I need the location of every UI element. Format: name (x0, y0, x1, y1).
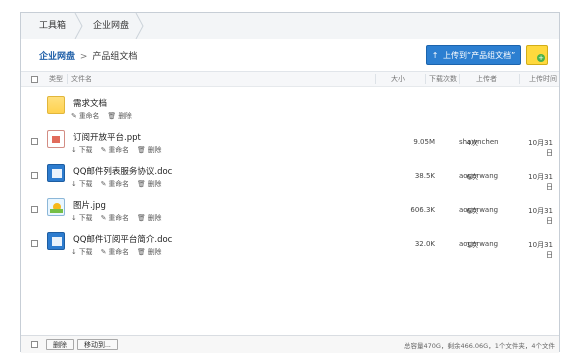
path-current-folder: 产品组文档 (92, 52, 138, 62)
new-folder-plus-icon: + (537, 54, 545, 62)
move-to-button[interactable]: 移动到... (77, 339, 118, 350)
file-table-header: 类型 文件名 大小 下载次数 上传者 上传时间 (21, 72, 559, 87)
download-action[interactable]: ↓ 下载 (71, 214, 95, 222)
row-actions: ↓ 下载 ✎ 重命名 🗑 删除 (71, 212, 167, 222)
delete-action[interactable]: 🗑 删除 (137, 248, 164, 256)
column-divider (519, 74, 520, 84)
row-actions: ↓ 下载 ✎ 重命名 🗑 删除 (71, 246, 167, 256)
tab-separator-icon (74, 13, 84, 39)
tab-toolbox[interactable]: 工具箱 (39, 13, 66, 39)
rename-action[interactable]: ✎ 重命名 (101, 146, 132, 154)
tab-separator-icon (135, 13, 145, 39)
row-checkbox[interactable] (31, 138, 38, 145)
file-list-footer: 删除 移动到... 总容量470G，剩余466.06G，1个文件夹，4个文件 (21, 335, 559, 353)
doc-file-icon (47, 232, 65, 250)
select-all-checkbox[interactable] (31, 76, 38, 83)
row-actions: ↓ 下载 ✎ 重命名 🗑 删除 (71, 144, 167, 154)
upload-time: 10月31日 (528, 173, 553, 191)
row-checkbox[interactable] (31, 206, 38, 213)
upload-arrow-icon: ↑ (431, 51, 439, 60)
table-row-file[interactable]: QQ邮件订阅平台简介.doc ↓ 下载 ✎ 重命名 🗑 删除 32.0K 1次 … (21, 227, 559, 261)
column-divider (459, 74, 460, 84)
row-actions: ✎ 重命名 🗑 删除 (71, 110, 138, 120)
rename-action[interactable]: ✎ 重命名 (71, 112, 102, 120)
uploader-name: aogerwang (459, 172, 499, 180)
uploader-name: aogerwang (459, 240, 499, 248)
folder-icon (47, 96, 65, 114)
folder-header: 企业网盘 > 产品组文档 ↑ 上传到“产品组文档” + (21, 39, 559, 72)
upload-button-label: 上传到“产品组文档” (442, 51, 516, 60)
footer-select-all-checkbox[interactable] (31, 341, 38, 348)
file-size: 606.3K (410, 206, 435, 214)
enterprise-disk-window: 工具箱 企业网盘 企业网盘 > 产品组文档 ↑ 上传到“产品组文档” + 类型 … (20, 12, 560, 353)
download-action[interactable]: ↓ 下载 (71, 146, 95, 154)
uploader-name: aogerwang (459, 206, 499, 214)
path-separator: > (79, 52, 88, 62)
upload-time: 10月31日 (528, 207, 553, 225)
ppt-file-icon (47, 130, 65, 148)
file-size: 32.0K (414, 240, 435, 248)
folder-path: 企业网盘 > 产品组文档 (39, 49, 137, 62)
top-breadcrumb-tabs: 工具箱 企业网盘 (21, 13, 559, 40)
delete-action[interactable]: 🗑 删除 (107, 112, 134, 120)
delete-action[interactable]: 🗑 删除 (137, 214, 164, 222)
row-checkbox[interactable] (31, 240, 38, 247)
storage-capacity: 总容量470G，剩余466.06G，1个文件夹，4个文件 (404, 342, 555, 350)
table-row-file[interactable]: 图片.jpg ↓ 下载 ✎ 重命名 🗑 删除 606.3K 6次 aogerwa… (21, 193, 559, 227)
rename-action[interactable]: ✎ 重命名 (101, 180, 132, 188)
row-checkbox[interactable] (31, 172, 38, 179)
new-folder-button[interactable]: + (526, 45, 548, 65)
doc-file-icon (47, 164, 65, 182)
column-divider (375, 74, 376, 84)
tab-enterprise-disk[interactable]: 企业网盘 (93, 13, 129, 39)
image-file-icon (47, 198, 65, 216)
upload-time: 10月31日 (528, 139, 553, 157)
row-actions: ↓ 下载 ✎ 重命名 🗑 删除 (71, 178, 167, 188)
path-root-link[interactable]: 企业网盘 (39, 52, 75, 62)
file-list: 需求文档 ✎ 重命名 🗑 删除 订阅开放平台.ppt ↓ 下载 ✎ 重命名 🗑 … (21, 87, 559, 267)
column-type: 类型 (49, 75, 63, 83)
column-upload-time[interactable]: 上传时间 (529, 75, 557, 83)
rename-action[interactable]: ✎ 重命名 (101, 248, 132, 256)
table-row-file[interactable]: QQ邮件列表服务协议.doc ↓ 下载 ✎ 重命名 🗑 删除 38.5K 6次 … (21, 159, 559, 193)
upload-button[interactable]: ↑ 上传到“产品组文档” (426, 45, 521, 65)
upload-time: 10月31日 (528, 241, 553, 259)
file-name[interactable]: QQ邮件订阅平台简介.doc (73, 233, 172, 245)
file-size: 38.5K (414, 172, 435, 180)
file-size: 9.05M (413, 138, 435, 146)
column-name[interactable]: 文件名 (71, 75, 92, 83)
table-row-folder[interactable]: 需求文档 ✎ 重命名 🗑 删除 (21, 91, 559, 125)
column-divider (425, 74, 426, 84)
file-name[interactable]: 订阅开放平台.ppt (73, 131, 141, 143)
file-name[interactable]: QQ邮件列表服务协议.doc (73, 165, 172, 177)
delete-action[interactable]: 🗑 删除 (137, 146, 164, 154)
rename-action[interactable]: ✎ 重命名 (101, 214, 132, 222)
uploader-name: shawnchen (459, 138, 499, 146)
download-action[interactable]: ↓ 下载 (71, 180, 95, 188)
file-name[interactable]: 图片.jpg (73, 199, 106, 211)
column-uploader[interactable]: 上传者 (476, 75, 497, 83)
delete-action[interactable]: 🗑 删除 (137, 180, 164, 188)
file-name[interactable]: 需求文档 (73, 97, 107, 109)
column-divider (67, 74, 68, 84)
delete-button[interactable]: 删除 (46, 339, 74, 350)
download-action[interactable]: ↓ 下载 (71, 248, 95, 256)
column-downloads[interactable]: 下载次数 (429, 75, 457, 83)
column-size[interactable]: 大小 (391, 75, 405, 83)
table-row-file[interactable]: 订阅开放平台.ppt ↓ 下载 ✎ 重命名 🗑 删除 9.05M 4次 shaw… (21, 125, 559, 159)
